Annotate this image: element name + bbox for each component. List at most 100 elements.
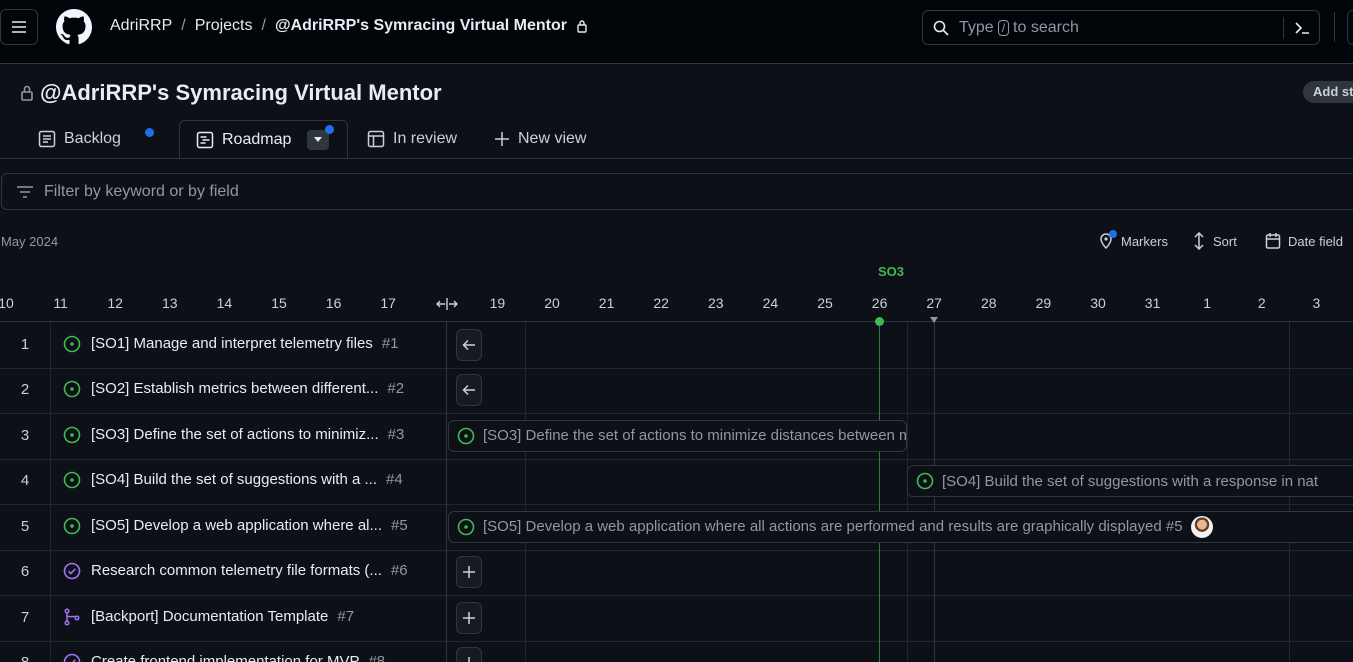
markers-button[interactable]: Markers [1098,230,1168,250]
view-options-button[interactable] [307,124,335,150]
project-title-text: @AdriRRP's Symracing Virtual Mentor [40,80,442,105]
title-column-border [446,322,447,662]
day-label: 23 [708,295,724,311]
marker-triangle [930,317,938,323]
tab-label: Backlog [64,130,121,147]
row-title-text: Create frontend implementation for MVP [91,653,360,662]
row-number: 5 [20,517,30,535]
issue-closed-icon [63,562,81,580]
command-palette-button[interactable] [1283,17,1319,39]
roadmap-item-bar[interactable]: [SO5] Develop a web application where al… [448,510,1353,543]
row-divider [0,413,1353,414]
add-dates-button[interactable] [456,601,482,634]
table-icon [38,130,56,148]
add-status-button[interactable]: Add st [1303,81,1353,103]
issue-opened-icon [63,471,81,489]
timeline-header-divider [0,321,1353,322]
day-label: 29 [1035,295,1052,311]
plus-icon [463,611,475,624]
row-title-link[interactable]: Create frontend implementation for MVP #8 [91,653,385,662]
issue-opened-icon [916,472,934,490]
roadmap-item-bar[interactable]: [SO3] Define the set of actions to minim… [448,419,907,452]
row-title-link[interactable]: [SO4] Build the set of suggestions with … [91,471,403,488]
calendar-icon [1265,233,1281,249]
issue-opened-icon [63,335,81,353]
row-issue-number: #2 [387,380,405,398]
date-fields-label: Date field [1288,233,1343,249]
tab-divider [0,158,1353,159]
row-title-link[interactable]: [SO1] Manage and interpret telemetry fil… [91,335,399,352]
github-logo-icon[interactable] [56,9,92,45]
row-divider [0,549,1353,551]
day-label: 21 [598,295,615,311]
row-title-text: [SO4] Build the set of suggestions with … [91,471,377,489]
tab-roadmap[interactable]: Roadmap [179,120,348,158]
row-title-text: [SO1] Manage and interpret telemetry fil… [91,334,373,352]
tab-label: In review [393,130,458,147]
row-title-link[interactable]: [Backport] Documentation Template #7 [91,608,354,625]
scroll-to-item-button[interactable] [456,374,482,407]
day-label: 13 [162,295,178,311]
filter-icon [17,185,33,198]
header-action-button[interactable] [1347,10,1353,45]
date-fields-button[interactable]: Date field [1265,232,1343,250]
row-title-text: [SO5] Develop a web application where al… [91,516,382,534]
day-label: 14 [216,295,233,311]
day-label: 17 [380,295,396,311]
add-dates-button[interactable] [456,556,482,589]
filter-input[interactable]: Filter by keyword or by field [1,173,1353,210]
row-divider [0,367,1353,369]
breadcrumb: AdriRRP / Projects / @AdriRRP's Symracin… [110,17,588,35]
lock-icon [577,20,587,33]
scroll-to-item-button[interactable] [456,328,482,361]
row-issue-number: #3 [387,425,405,443]
row-issue-number: #6 [390,562,408,580]
tab-new-view[interactable]: New view [494,120,586,158]
row-title-link[interactable]: [SO5] Develop a web application where al… [91,517,408,534]
hamburger-icon [12,21,26,33]
column-resize-handle[interactable] [436,297,458,311]
row-title-text: [Backport] Documentation Template [91,607,329,625]
assignee-avatar[interactable] [1190,515,1213,538]
row-title-text: [SO3] Define the set of actions to minim… [91,425,379,443]
row-issue-number: #7 [337,607,355,625]
row-number: 8 [0,654,50,662]
day-label: 16 [325,295,342,311]
breadcrumb-projects[interactable]: Projects [195,17,253,35]
breadcrumb-user[interactable]: AdriRRP [110,17,172,35]
breadcrumb-project[interactable]: @AdriRRP's Symracing Virtual Mentor [275,17,567,35]
global-header: AdriRRP / Projects / @AdriRRP's Symracin… [0,0,1353,64]
unsaved-indicator [325,124,335,134]
lock-icon [21,85,33,101]
menu-button[interactable] [0,9,38,45]
row-divider [0,640,1353,642]
search-input[interactable]: Type / to search [922,10,1320,45]
day-label: 24 [762,295,779,311]
row-divider [0,458,1353,460]
add-dates-button[interactable] [456,647,482,662]
terminal-icon [1294,22,1309,34]
row-number: 2 [20,381,30,399]
row-issue-number: #8 [368,653,386,662]
tab-label: Roadmap [222,130,292,148]
search-icon [933,20,949,36]
day-label: 10 [0,295,14,311]
row-divider [0,504,1353,505]
row-number: 1 [20,335,30,353]
roadmap-item-bar[interactable]: [SO4] Build the set of suggestions with … [907,465,1353,498]
sort-icon [1194,232,1204,250]
breadcrumb-separator: / [181,17,186,34]
row-title-link[interactable]: [SO2] Establish metrics between differen… [91,380,404,397]
day-label: 27 [926,295,942,311]
tab-label: New view [518,130,587,147]
row-title-link[interactable]: Research common telemetry file formats (… [91,562,408,579]
day-label: 30 [1090,295,1106,311]
arrow-left-icon [462,339,475,350]
breadcrumb-separator: / [261,17,266,34]
tab-backlog[interactable]: Backlog [38,120,154,158]
tab-in-review[interactable]: In review [367,120,457,158]
board-icon [367,130,385,148]
row-title-link[interactable]: [SO3] Define the set of actions to minim… [91,426,404,443]
search-prefix: Type [959,18,994,36]
sort-button[interactable]: Sort [1192,232,1237,250]
